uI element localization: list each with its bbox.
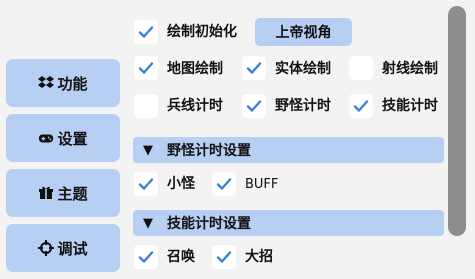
entity-draw-label: 实体绘制 <box>275 61 331 77</box>
check-icon <box>138 178 154 190</box>
skill-timer-label: 技能计时 <box>382 98 438 114</box>
god-view-button[interactable]: 上帝视角 <box>255 18 352 46</box>
map-draw-label: 地图绘制 <box>167 61 223 77</box>
minion-timer-label: 兵线计时 <box>167 98 223 114</box>
jungle-timer-label: 野怪计时 <box>275 98 331 114</box>
section-title: 野怪计时设置 <box>167 143 251 159</box>
crosshair-icon <box>38 240 55 256</box>
sidebar-item-label: 调试 <box>57 239 88 258</box>
summon-checkbox[interactable] <box>134 245 158 269</box>
jungle-timer-checkbox[interactable] <box>242 94 266 118</box>
check-icon <box>216 251 232 263</box>
small-monster-checkbox[interactable] <box>134 172 158 196</box>
check-icon <box>246 62 262 74</box>
entity-draw-checkbox[interactable] <box>242 56 266 80</box>
sidebar-item-function[interactable]: 功能 <box>6 59 120 107</box>
section-title: 技能计时设置 <box>167 216 251 232</box>
collapse-triangle-icon: ▼ <box>143 215 153 231</box>
check-icon <box>138 26 154 38</box>
skill-timer-settings-section[interactable]: ▼ 技能计时设置 <box>133 210 444 236</box>
check-icon <box>246 100 262 112</box>
summon-label: 召唤 <box>167 249 195 265</box>
check-icon <box>353 100 369 112</box>
ray-draw-checkbox[interactable] <box>349 56 373 80</box>
collapse-triangle-icon: ▼ <box>143 142 153 158</box>
minion-timer-checkbox[interactable] <box>134 94 158 118</box>
small-monster-label: 小怪 <box>167 176 195 192</box>
buff-label: BUFF <box>245 177 279 192</box>
gamepad-icon <box>38 130 54 146</box>
skill-timer-checkbox[interactable] <box>349 94 373 118</box>
jungle-timer-settings-section[interactable]: ▼ 野怪计时设置 <box>133 137 444 163</box>
check-icon <box>138 251 154 263</box>
sidebar-item-label: 主题 <box>57 184 88 203</box>
sidebar-item-theme[interactable]: 主题 <box>6 169 120 217</box>
sidebar-item-settings[interactable]: 设置 <box>6 114 120 162</box>
init-draw-label: 绘制初始化 <box>167 24 237 40</box>
ultimate-label: 大招 <box>245 249 273 265</box>
sidebar-item-label: 设置 <box>57 129 88 148</box>
sidebar-item-debug[interactable]: 调试 <box>6 224 120 272</box>
scrollbar-thumb[interactable] <box>448 6 466 236</box>
ultimate-checkbox[interactable] <box>212 245 236 269</box>
init-draw-checkbox[interactable] <box>134 20 158 44</box>
sidebar-item-label: 功能 <box>57 74 88 93</box>
map-draw-checkbox[interactable] <box>134 56 158 80</box>
check-icon <box>138 62 154 74</box>
dropbox-icon <box>38 75 55 91</box>
buff-checkbox[interactable] <box>212 172 236 196</box>
check-icon <box>216 178 232 190</box>
gift-icon <box>38 185 54 201</box>
ray-draw-label: 射线绘制 <box>382 61 438 77</box>
